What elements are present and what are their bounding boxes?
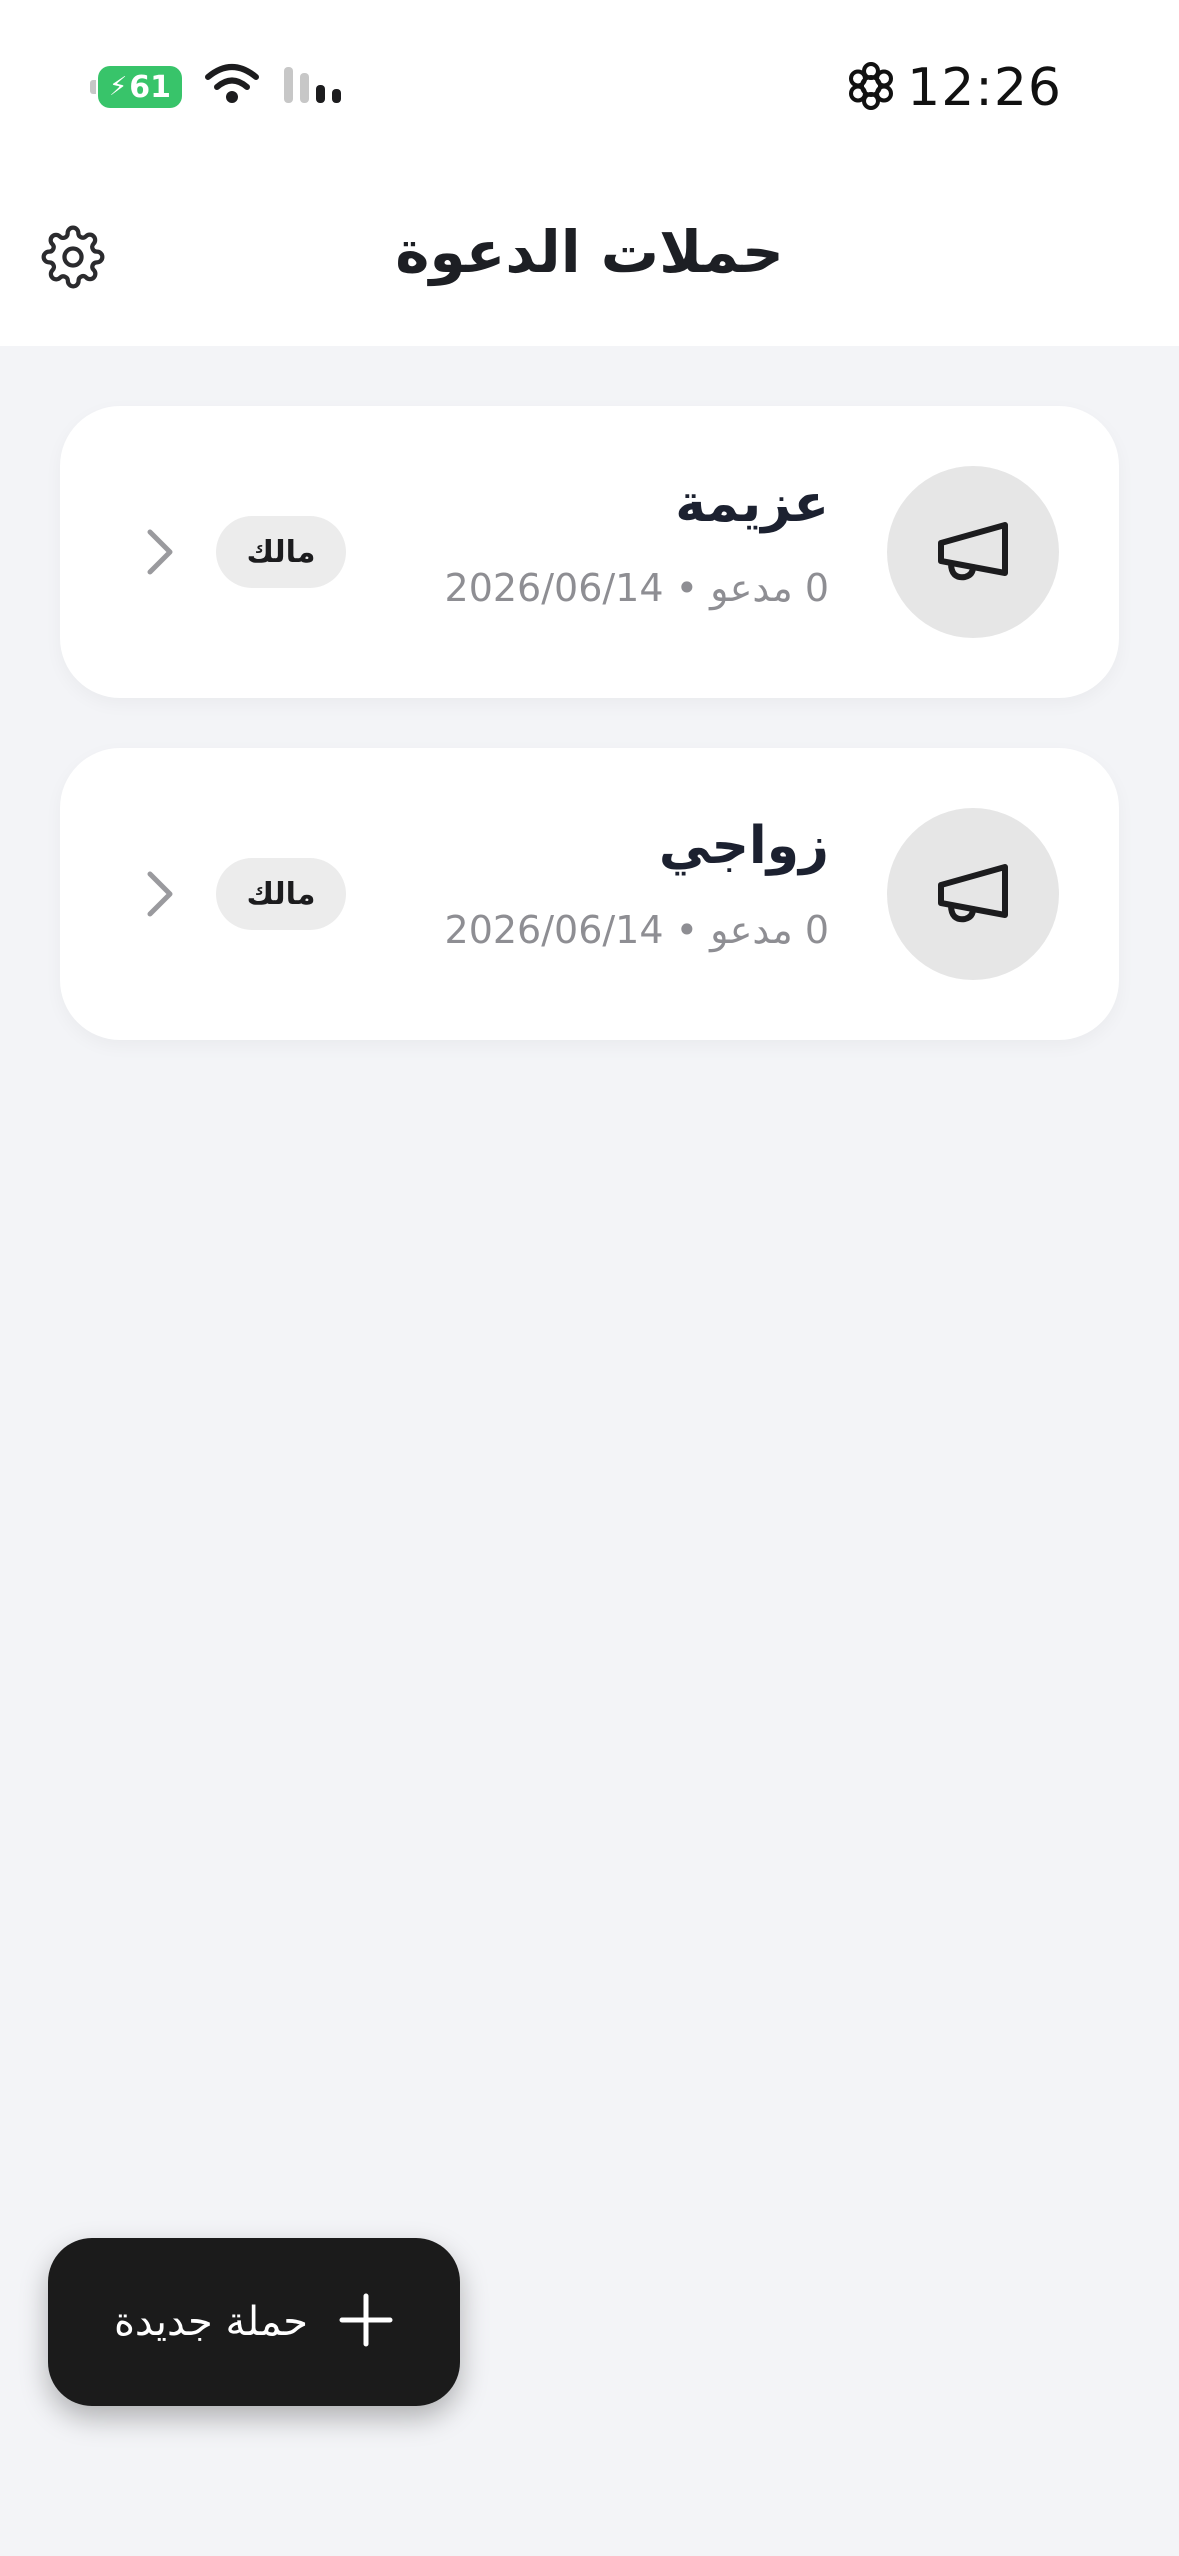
campaign-avatar xyxy=(887,466,1059,638)
campaign-list: عزيمة 0 مدعو • 2026/06/14 مالك زواجي 0 م… xyxy=(60,406,1119,1090)
status-right: 12:26 xyxy=(847,58,1062,118)
new-campaign-button[interactable]: حملة جديدة xyxy=(48,2238,460,2406)
page-title: حملات الدعوة xyxy=(395,218,784,286)
campaign-meta: 0 مدعو • 2026/06/14 xyxy=(444,566,829,610)
wifi-icon xyxy=(204,63,260,111)
campaign-avatar xyxy=(887,808,1059,980)
settings-status-icon xyxy=(847,62,895,114)
status-indicators: ⚡ 61 xyxy=(90,62,346,112)
campaign-meta: 0 مدعو • 2026/06/14 xyxy=(444,908,829,952)
megaphone-icon xyxy=(933,515,1013,589)
campaign-card[interactable]: زواجي 0 مدعو • 2026/06/14 مالك xyxy=(60,748,1119,1040)
plus-icon xyxy=(338,2292,394,2352)
app-screen: ⚡ 61 12:26 حملات الدعوة عزيمة 0 مدعو • 2… xyxy=(0,0,1179,2556)
role-badge: مالك xyxy=(216,858,346,930)
new-campaign-label: حملة جديدة xyxy=(113,2299,309,2345)
campaign-title: عزيمة xyxy=(675,474,829,534)
status-time: 12:26 xyxy=(907,58,1062,118)
app-header: حملات الدعوة xyxy=(0,160,1179,346)
signal-icon xyxy=(282,63,346,111)
megaphone-icon xyxy=(933,857,1013,931)
role-badge: مالك xyxy=(216,516,346,588)
status-bar: ⚡ 61 12:26 xyxy=(0,0,1179,160)
chevron-right-icon xyxy=(140,866,180,922)
battery-charging-icon: ⚡ 61 xyxy=(90,66,182,108)
battery-level: 61 xyxy=(129,69,171,105)
campaign-title: زواجي xyxy=(658,816,829,876)
chevron-right-icon xyxy=(140,524,180,580)
campaign-card[interactable]: عزيمة 0 مدعو • 2026/06/14 مالك xyxy=(60,406,1119,698)
